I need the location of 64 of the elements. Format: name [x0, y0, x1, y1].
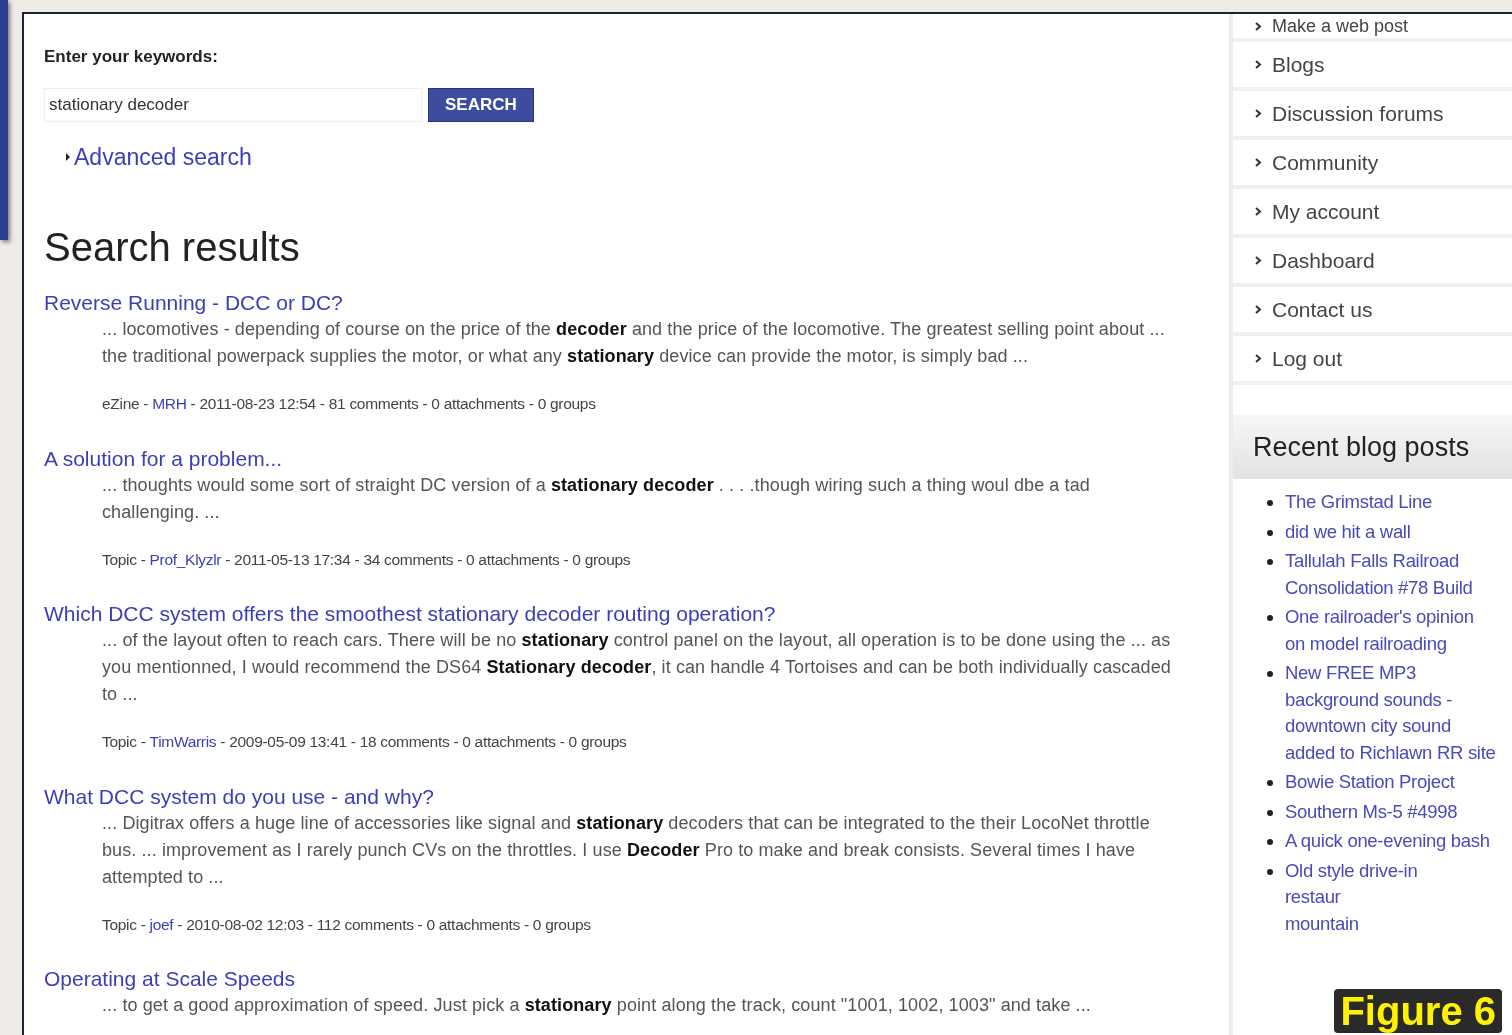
bullet-icon [1267, 809, 1273, 816]
search-field[interactable]: stationary decoder [44, 87, 422, 122]
result-snippet: ... Digitrax offers a huge line of accessories like signal and stationary decoders that can be integrated to the their LocoNet throttle bus. ... improvement as I rarely punch CVs on the throttles. I use Decoder Pro to make and break consists. Several times I have attempted to ... [102, 811, 1151, 889]
result-link[interactable]: Reverse Running - DCC or DC? [44, 290, 343, 317]
search-button[interactable]: SEARCH [428, 87, 534, 122]
result-meta: - 2011-05-13 17:34 - 34 comments - 0 attachments - 0 groups [224, 549, 631, 570]
blog-post-link[interactable]: Bowie Station Project [1285, 769, 1455, 796]
bullet-icon [1267, 868, 1273, 875]
chevron-icon [1255, 158, 1262, 167]
result-link[interactable]: What DCC system do you use - and why? [44, 783, 434, 810]
result-meta: - 2009-05-09 13:41 - 18 comments - 0 attachments - 0 groups [219, 732, 627, 753]
nav-item[interactable]: Make a web post [1233, 14, 1512, 42]
nav-item[interactable]: Community [1233, 140, 1512, 189]
result-type: Topic - [102, 914, 147, 935]
blog-post-link[interactable]: The Grimstad Line [1285, 489, 1433, 516]
author-link[interactable]: MRH [152, 392, 187, 416]
result-link[interactable]: A solution for a problem... [44, 445, 283, 472]
nav-item[interactable]: Log out [1233, 336, 1512, 385]
nav-item[interactable]: My account [1233, 189, 1512, 238]
nav-item[interactable]: Dashboard [1233, 238, 1512, 287]
bullet-icon [1267, 671, 1273, 677]
author-link[interactable]: Prof_Klyzlr [149, 547, 222, 571]
blog-post-link[interactable]: New FREE MP3 background sounds - downtown city sound added to Richlawn RR site [1285, 660, 1497, 766]
bullet-icon [1267, 615, 1273, 621]
result-snippet: ... to get a good approximation of speed. Just pick a stationary point along the track, count "1001, 1002, 1003" and take ... [102, 994, 1092, 1018]
chevron-icon [1255, 305, 1262, 314]
bullet-icon [1267, 559, 1273, 565]
chevron-icon [1255, 256, 1262, 265]
chevron-icon [1255, 21, 1262, 31]
section-header: Recent blog posts [1233, 415, 1512, 479]
advanced-search-link[interactable]: Advanced search [74, 139, 252, 174]
blog-post-link[interactable]: Old style drive-in restaur mountain [1285, 857, 1418, 937]
nav-item[interactable]: Contact us [1233, 287, 1512, 336]
result-meta: - 2011-08-23 12:54 - 81 comments - 0 attachments - 0 groups [189, 394, 596, 415]
result-type: Topic - [102, 549, 147, 570]
field-label: Enter your keywords: [44, 46, 219, 68]
bullet-icon [1267, 780, 1273, 786]
author-link[interactable]: joef [149, 912, 174, 936]
result-link[interactable]: Which DCC system offers the smoothest stationary decoder routing operation? [44, 601, 776, 628]
chevron-icon [1255, 109, 1262, 118]
blog-post-link[interactable]: Southern Ms-5 #4998 [1285, 798, 1458, 825]
bullet-icon [1267, 500, 1273, 506]
chevron-icon [1255, 60, 1262, 69]
chevron-icon [1255, 207, 1262, 216]
result-snippet: ... thoughts would some sort of straight DC version of a stationary decoder . . . .though wiring such a thing woul dbe a tad challenging. ... [102, 473, 1091, 524]
figure-caption: Figure 6 [1334, 989, 1502, 1033]
blog-post-link[interactable]: did we hit a wall [1285, 518, 1411, 545]
author-link[interactable]: TimWarris [149, 730, 217, 754]
result-snippet: ... locomotives - depending of course on the price of the decoder and the price of the locomotive. The greatest selling point about ... the traditional powerpack supplies the motor, or what any stationary device can provide the motor, is simply bad ... [102, 318, 1166, 369]
nav-item[interactable]: Blogs [1233, 42, 1512, 91]
blog-post-link[interactable]: One railroader's opinion on model railroading [1285, 604, 1497, 657]
triangle-icon [66, 152, 70, 161]
result-type: eZine - [102, 394, 150, 415]
blog-post-link[interactable]: Tallulah Falls Railroad Consolidation #78 Build [1285, 548, 1497, 601]
bullet-icon [1267, 839, 1273, 845]
page-heading: Search results [44, 224, 301, 271]
result-meta: - 2010-08-02 12:03 - 112 comments - 0 attachments - 0 groups [176, 914, 591, 935]
nav-item[interactable]: Discussion forums [1233, 91, 1512, 140]
result-snippet: ... of the layout often to reach cars. There will be no stationary control panel on the layout, all operation is to be done using the ... as you mentionned, I would recommend the DS64 Stationary decoder, it can handle 4 Tortoises and can be both individually cascaded to ... [102, 629, 1172, 707]
result-link[interactable]: Operating at Scale Speeds [44, 966, 295, 993]
bullet-icon [1267, 529, 1273, 536]
result-type: Topic - [102, 732, 147, 753]
chevron-icon [1255, 354, 1262, 363]
blog-post-link[interactable]: A quick one-evening bash [1285, 828, 1490, 855]
